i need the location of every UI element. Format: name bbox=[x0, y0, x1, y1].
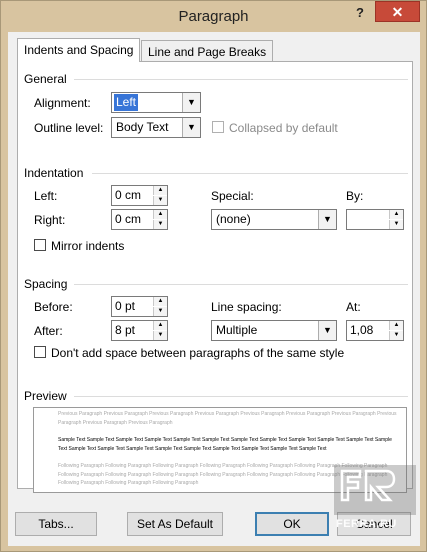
by-label: By: bbox=[346, 189, 364, 203]
general-divider bbox=[74, 79, 408, 80]
preview-divider bbox=[74, 396, 408, 397]
spacing-before-stepper[interactable]: 0 pt ▲ ▼ bbox=[111, 296, 168, 317]
mirror-indents-label: Mirror indents bbox=[51, 239, 125, 253]
stepper-up-icon[interactable]: ▲ bbox=[153, 297, 167, 306]
stepper-up-icon[interactable]: ▲ bbox=[153, 186, 167, 195]
by-stepper[interactable]: ▲ ▼ bbox=[346, 209, 404, 230]
spacing-after-stepper[interactable]: 8 pt ▲ ▼ bbox=[111, 320, 168, 341]
indent-right-stepper[interactable]: 0 cm ▲ ▼ bbox=[111, 209, 168, 230]
stepper-up-icon[interactable]: ▲ bbox=[153, 321, 167, 330]
tab-indents-and-spacing[interactable]: Indents and Spacing bbox=[17, 38, 141, 62]
outline-level-select[interactable]: Body Text ▼ bbox=[111, 117, 201, 138]
indent-left-label: Left: bbox=[34, 189, 58, 203]
mirror-indents-checkbox[interactable] bbox=[34, 239, 46, 251]
line-spacing-value: Multiple bbox=[216, 323, 258, 337]
spacing-divider bbox=[74, 284, 408, 285]
ok-button[interactable]: OK bbox=[255, 512, 329, 536]
watermark-text: FERRA.RU bbox=[336, 518, 397, 530]
indentation-divider bbox=[92, 173, 408, 174]
stepper-down-icon[interactable]: ▼ bbox=[153, 307, 167, 316]
ferra-logo-icon bbox=[334, 465, 416, 515]
outline-level-label: Outline level: bbox=[34, 121, 104, 135]
line-spacing-label: Line spacing: bbox=[211, 300, 282, 314]
dont-add-space-label: Don't add space between paragraphs of th… bbox=[51, 346, 345, 360]
set-as-default-button[interactable]: Set As Default bbox=[127, 512, 223, 536]
collapsed-by-default-label: Collapsed by default bbox=[229, 121, 338, 135]
stepper-down-icon[interactable]: ▼ bbox=[389, 220, 403, 229]
paragraph-dialog: Paragraph ? ✕ Indents and Spacing Line a… bbox=[0, 0, 427, 552]
spacing-before-value: 0 pt bbox=[115, 299, 136, 313]
spacing-before-label: Before: bbox=[34, 300, 73, 314]
at-value: 1,08 bbox=[350, 323, 374, 337]
stepper-down-icon[interactable]: ▼ bbox=[153, 220, 167, 229]
indent-right-label: Right: bbox=[34, 213, 66, 227]
special-indent-value: (none) bbox=[216, 212, 251, 226]
tab-panel: General Alignment: Left ▼ Outline level:… bbox=[17, 61, 413, 493]
general-heading: General bbox=[24, 72, 67, 86]
stepper-down-icon[interactable]: ▼ bbox=[389, 331, 403, 340]
outline-level-value: Body Text bbox=[116, 120, 169, 134]
chevron-down-icon[interactable]: ▼ bbox=[318, 210, 336, 229]
alignment-value: Left bbox=[114, 94, 139, 111]
alignment-select[interactable]: Left ▼ bbox=[111, 92, 201, 113]
spacing-after-value: 8 pt bbox=[115, 323, 136, 337]
collapsed-by-default-checkbox[interactable] bbox=[212, 121, 224, 133]
preview-sample-text: Sample Text Sample Text Sample Text Samp… bbox=[58, 437, 392, 452]
stepper-down-icon[interactable]: ▼ bbox=[153, 331, 167, 340]
chevron-down-icon[interactable]: ▼ bbox=[182, 93, 200, 112]
indentation-heading: Indentation bbox=[24, 166, 84, 180]
dont-add-space-checkbox[interactable] bbox=[34, 346, 46, 358]
alignment-label: Alignment: bbox=[34, 96, 91, 110]
tab-line-and-page-breaks[interactable]: Line and Page Breaks bbox=[141, 40, 274, 62]
chevron-down-icon[interactable]: ▼ bbox=[182, 118, 200, 137]
preview-heading: Preview bbox=[24, 389, 67, 403]
dialog-body: Indents and Spacing Line and Page Breaks… bbox=[8, 32, 420, 546]
at-label: At: bbox=[346, 300, 361, 314]
stepper-up-icon[interactable]: ▲ bbox=[389, 210, 403, 219]
stepper-up-icon[interactable]: ▲ bbox=[389, 321, 403, 330]
preview-previous-paragraph: Previous Paragraph Previous Paragraph Pr… bbox=[58, 411, 397, 426]
title-bar[interactable]: Paragraph ? ✕ bbox=[1, 1, 426, 32]
close-button[interactable]: ✕ bbox=[375, 1, 420, 22]
spacing-after-label: After: bbox=[34, 324, 63, 338]
indent-right-value: 0 cm bbox=[115, 212, 142, 226]
stepper-up-icon[interactable]: ▲ bbox=[153, 210, 167, 219]
chevron-down-icon[interactable]: ▼ bbox=[318, 321, 336, 340]
help-button[interactable]: ? bbox=[349, 3, 371, 25]
tabs-button[interactable]: Tabs... bbox=[15, 512, 97, 536]
stepper-down-icon[interactable]: ▼ bbox=[153, 196, 167, 205]
indent-left-value: 0 cm bbox=[115, 188, 142, 202]
line-spacing-select[interactable]: Multiple ▼ bbox=[211, 320, 337, 341]
at-stepper[interactable]: 1,08 ▲ ▼ bbox=[346, 320, 404, 341]
special-indent-select[interactable]: (none) ▼ bbox=[211, 209, 337, 230]
indent-left-stepper[interactable]: 0 cm ▲ ▼ bbox=[111, 185, 168, 206]
spacing-heading: Spacing bbox=[24, 277, 68, 291]
special-indent-label: Special: bbox=[211, 189, 254, 203]
